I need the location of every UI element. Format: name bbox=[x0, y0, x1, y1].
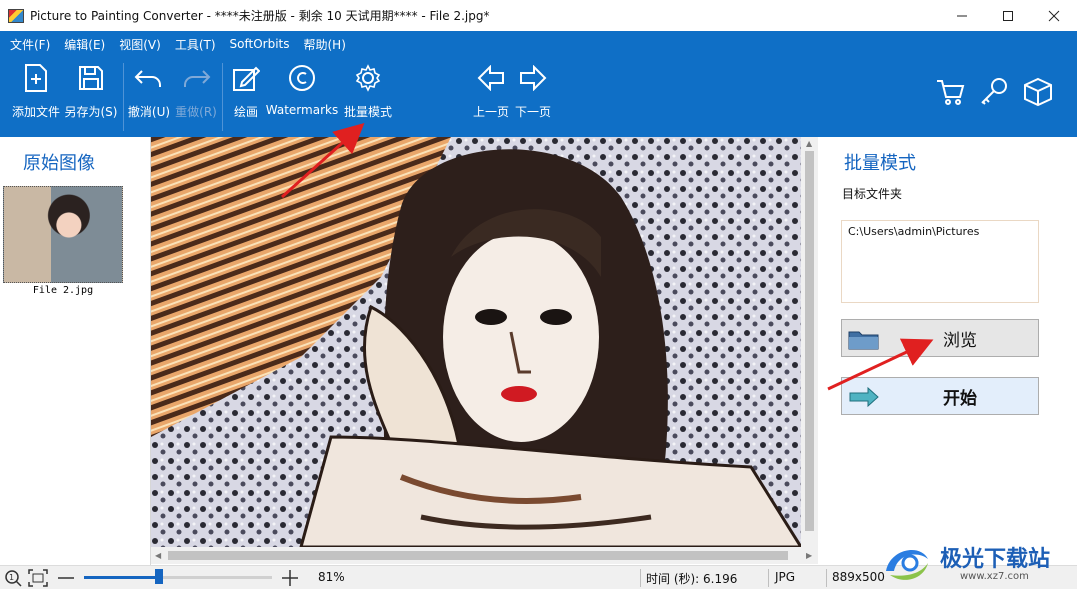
annotation-arrow bbox=[827, 338, 934, 391]
watermark-url: www.xz7.com bbox=[960, 571, 1029, 582]
watermark-logo-icon bbox=[886, 549, 928, 580]
zoom-fit-icon[interactable]: 1 bbox=[4, 569, 22, 587]
image-format: JPG bbox=[775, 570, 796, 584]
site-watermark: 极光下载站 www.xz7.com bbox=[880, 537, 1077, 589]
status-separator bbox=[640, 569, 641, 587]
svg-text:1: 1 bbox=[9, 573, 14, 582]
zoom-slider-thumb[interactable] bbox=[155, 569, 164, 584]
status-separator bbox=[768, 569, 769, 587]
zoom-level: 81% bbox=[318, 570, 345, 584]
processing-time: 时间 (秒): 6.196 bbox=[646, 572, 738, 586]
annotation-arrow bbox=[280, 122, 365, 199]
fit-screen-icon[interactable] bbox=[28, 569, 48, 587]
zoom-slider[interactable] bbox=[84, 576, 272, 579]
status-separator bbox=[826, 569, 827, 587]
image-dimensions: 889x500 bbox=[832, 570, 885, 584]
watermark-text: 极光下载站 bbox=[940, 547, 1051, 572]
annotation-arrows bbox=[280, 122, 934, 391]
zoom-in-icon[interactable] bbox=[281, 569, 299, 587]
zoom-out-icon[interactable] bbox=[57, 570, 75, 586]
